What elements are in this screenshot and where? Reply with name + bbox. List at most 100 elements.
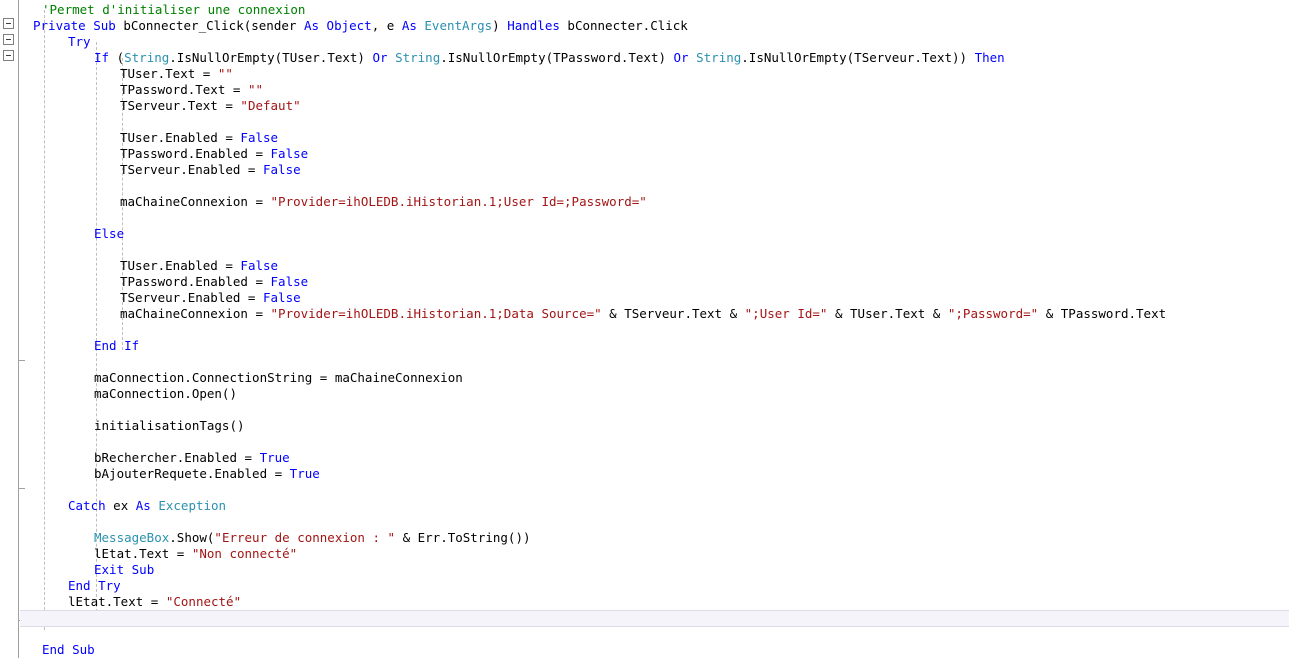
code-line[interactable]: TPassword.Enabled = False (0, 274, 308, 290)
code-token: ( (109, 50, 125, 65)
code-line[interactable] (0, 626, 68, 642)
code-token: False (270, 274, 309, 289)
code-line[interactable]: TUser.Enabled = False (0, 130, 278, 146)
code-token: & TServeur.Text & (601, 306, 745, 321)
code-line[interactable]: End Try (0, 578, 121, 594)
code-token: "" (217, 66, 233, 81)
code-token: Else (94, 226, 125, 241)
code-editor-surface[interactable]: 'Permet d'initialiser une connexion Priva… (0, 0, 1289, 658)
code-token: TUser.Text = (120, 66, 218, 81)
code-token: String (696, 50, 742, 65)
code-line[interactable]: TServeur.Enabled = False (0, 290, 301, 306)
code-line[interactable]: TServeur.Text = "Defaut" (0, 98, 301, 114)
code-token: String (395, 50, 441, 65)
code-token: TServeur.Text = (120, 98, 241, 113)
code-token: "Provider=ihOLEDB.iHistorian.1;User Id=;… (270, 194, 647, 209)
code-line[interactable] (0, 210, 120, 226)
code-token: "Connecté" (165, 594, 242, 609)
code-token: Try (68, 34, 91, 49)
code-line[interactable] (0, 178, 120, 194)
code-token: maConnection.ConnectionString = maChaine… (94, 370, 463, 385)
code-line[interactable] (0, 482, 94, 498)
code-token: & TPassword.Text (1038, 306, 1167, 321)
code-token: ";User Id=" (744, 306, 828, 321)
code-token: lEtat.Text = (68, 594, 166, 609)
code-line[interactable]: MessageBox.Show("Erreur de connexion : "… (0, 530, 531, 546)
code-line[interactable]: TServeur.Enabled = False (0, 162, 301, 178)
code-token: If (124, 338, 140, 353)
code-line[interactable]: TUser.Enabled = False (0, 258, 278, 274)
code-line[interactable]: maChaineConnexion = "Provider=ihOLEDB.iH… (0, 194, 647, 210)
code-token: lEtat.Text = (94, 546, 192, 561)
code-token: As (401, 18, 417, 33)
code-token: bAjouterRequete.Enabled = (94, 466, 290, 481)
code-token: True (289, 466, 320, 481)
code-token: bConnecter_Click(sender (115, 18, 304, 33)
code-line[interactable] (0, 322, 120, 338)
code-token: End (42, 642, 65, 657)
code-token: Object (326, 18, 372, 33)
code-token: Sub (93, 18, 116, 33)
code-line[interactable]: Try (0, 34, 91, 50)
code-line[interactable]: Private Sub bConnecter_Click(sender As O… (0, 18, 688, 34)
code-line[interactable] (0, 242, 120, 258)
code-token: False (270, 146, 309, 161)
code-line[interactable]: If (String.IsNullOrEmpty(TUser.Text) Or … (0, 50, 1005, 66)
code-line[interactable]: Exit Sub (0, 562, 154, 578)
code-line[interactable]: TPassword.Text = "" (0, 82, 263, 98)
code-line[interactable]: maConnection.Open() (0, 386, 237, 402)
code-text[interactable]: 'Permet d'initialiser une connexion Priva… (0, 0, 1289, 658)
code-token: TUser.Enabled = (120, 258, 241, 273)
code-line[interactable]: lEtat.Text = "Non connecté" (0, 546, 297, 562)
code-line[interactable]: End If (0, 338, 139, 354)
code-token: ";Password=" (947, 306, 1039, 321)
code-line[interactable]: End Sub (0, 642, 95, 658)
code-token: EventArgs (424, 18, 493, 33)
code-token: String (124, 50, 170, 65)
code-line[interactable] (0, 354, 94, 370)
code-line[interactable]: maChaineConnexion = "Provider=ihOLEDB.iH… (0, 306, 1166, 322)
code-token: Sub (131, 562, 155, 577)
code-token: bRechercher.Enabled = (94, 450, 260, 465)
code-token: Handles (507, 18, 560, 33)
code-token: .IsNullOrEmpty(TServeur.Text)) (741, 50, 975, 65)
code-line[interactable]: lEtat.Text = "Connecté" (0, 594, 241, 610)
code-line[interactable] (0, 434, 94, 450)
code-token: maConnection.Open() (94, 386, 237, 401)
code-line[interactable]: TUser.Text = "" (0, 66, 233, 82)
code-line[interactable]: Catch ex As Exception (0, 498, 226, 514)
code-line[interactable]: bAjouterRequete.Enabled = True (0, 466, 320, 482)
code-token: False (240, 130, 279, 145)
code-line[interactable]: TPassword.Enabled = False (0, 146, 308, 162)
code-token: .IsNullOrEmpty(TPassword.Text) (440, 50, 674, 65)
code-token: End (68, 578, 91, 593)
code-token: As (135, 498, 151, 513)
code-token: False (263, 290, 301, 305)
code-line[interactable] (0, 114, 120, 130)
code-token: "Defaut" (240, 98, 301, 113)
code-token: "Provider=ihOLEDB.iHistorian.1;Data Sour… (270, 306, 602, 321)
code-token: TPassword.Enabled = (120, 146, 271, 161)
code-line[interactable] (0, 402, 94, 418)
code-line[interactable]: Else (0, 226, 124, 242)
code-token: Or (372, 50, 388, 65)
code-token: "Non connecté" (191, 546, 298, 561)
code-token: End (94, 338, 117, 353)
code-line[interactable]: initialisationTags() (0, 418, 245, 434)
code-token: "" (247, 82, 263, 97)
code-line[interactable]: maConnection.ConnectionString = maChaine… (0, 370, 463, 386)
code-token: TUser.Enabled = (120, 130, 241, 145)
code-line[interactable] (0, 610, 68, 626)
code-token: If (94, 50, 110, 65)
code-token: TPassword.Enabled = (120, 274, 271, 289)
code-line[interactable]: 'Permet d'initialiser une connexion (0, 2, 305, 18)
code-line[interactable]: bRechercher.Enabled = True (0, 450, 290, 466)
code-token: Exit (94, 562, 125, 577)
code-line[interactable] (0, 514, 68, 530)
code-token: Or (673, 50, 689, 65)
code-token: maChaineConnexion = (120, 306, 271, 321)
